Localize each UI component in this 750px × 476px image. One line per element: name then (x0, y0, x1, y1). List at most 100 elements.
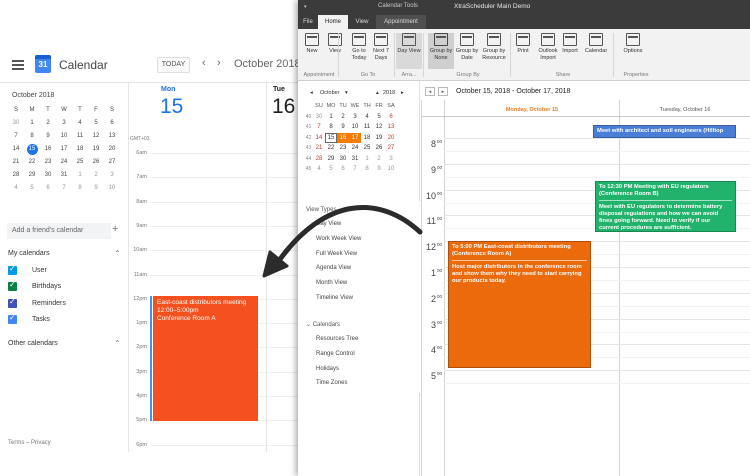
nav-item-time-zones[interactable]: Time Zones (316, 380, 347, 386)
navigator-day[interactable]: 9 (373, 164, 385, 175)
ribbon-button-next-7-days[interactable]: Next 7 Days (370, 33, 392, 69)
mini-day[interactable]: 17 (56, 143, 72, 156)
add-calendar-plus-icon[interactable]: + (112, 223, 118, 235)
ribbon-button-calendar[interactable]: Calendar (584, 33, 608, 69)
tab-file[interactable]: File (298, 15, 318, 29)
navigator-day[interactable]: 5 (325, 164, 337, 175)
calendar-item-birthdays[interactable]: Birthdays (8, 280, 61, 293)
navigator-day[interactable]: 2 (373, 154, 385, 165)
appointment-eu-regulators[interactable]: To 12:30 PM Meeting with EU regulators (… (595, 181, 736, 232)
nav-item-range-control[interactable]: Range Control (316, 351, 355, 357)
mini-day[interactable]: 7 (56, 182, 72, 195)
navigator-day[interactable]: 4 (313, 164, 325, 175)
next-range-button[interactable]: ▸ (438, 87, 448, 96)
mini-day[interactable]: 8 (24, 130, 40, 143)
navigator-day[interactable]: 15 (325, 132, 337, 143)
tab-view[interactable]: View (348, 15, 376, 29)
navigator-day[interactable]: 26 (373, 143, 385, 154)
navigator-day[interactable]: 6 (337, 164, 349, 175)
navigator-day[interactable]: 19 (373, 133, 385, 144)
mini-day[interactable]: 8 (72, 182, 88, 195)
calendar-item-reminders[interactable]: Reminders (8, 297, 66, 309)
mini-day[interactable]: 1 (24, 117, 40, 130)
navigator-day[interactable]: 7 (349, 164, 361, 175)
mini-day[interactable]: 30 (40, 169, 56, 182)
mini-day[interactable]: 13 (104, 130, 120, 143)
ribbon-button-new[interactable]: New (302, 33, 322, 69)
navigator-day[interactable]: 17 (349, 132, 361, 143)
next-chevron-icon[interactable]: › (217, 57, 221, 69)
mini-day[interactable]: 31 (56, 169, 72, 182)
calendar-item-user[interactable]: User (8, 264, 47, 276)
navigator-day[interactable]: 6 (385, 112, 397, 123)
mini-day[interactable]: 2 (88, 169, 104, 182)
mini-day[interactable]: 5 (24, 182, 40, 195)
day-header-monday[interactable]: Monday, October 15 (445, 104, 619, 116)
navigator-day[interactable]: 8 (361, 164, 373, 175)
mini-year-label[interactable]: 2018 (383, 90, 395, 96)
nav-item-work-week-view[interactable]: Work Week View (316, 236, 361, 242)
ribbon-button-import[interactable]: Import (560, 33, 580, 69)
navigator-day[interactable]: 27 (385, 143, 397, 154)
mini-day[interactable]: 16 (40, 143, 56, 156)
nav-item-holidays[interactable]: Holidays (316, 366, 339, 372)
mini-day[interactable]: 24 (56, 156, 72, 169)
calendars-heading[interactable]: ⌄ Calendars (306, 321, 340, 328)
next-month-arrow-icon[interactable]: ▸ (401, 90, 404, 96)
navigator-day[interactable]: 9 (337, 122, 349, 133)
mini-day[interactable]: 29 (24, 169, 40, 182)
chevron-up-icon[interactable]: ⌃ (114, 339, 121, 348)
mini-day[interactable]: 28 (8, 169, 24, 182)
mini-day[interactable]: 18 (72, 143, 88, 156)
mini-day[interactable]: 20 (104, 143, 120, 156)
navigator-day[interactable]: 16 (337, 132, 349, 143)
tab-home[interactable]: Home (318, 15, 348, 29)
tab-appointment[interactable]: Appointment (376, 15, 426, 29)
checkbox-icon[interactable] (8, 313, 17, 324)
navigator-day[interactable]: 3 (349, 112, 361, 123)
mini-day[interactable]: 10 (56, 130, 72, 143)
ribbon-button-outlook-import[interactable]: Outlook Import (536, 33, 560, 69)
mini-day[interactable]: 26 (88, 156, 104, 169)
navigator-day[interactable]: 29 (325, 154, 337, 165)
mini-day[interactable]: 22 (24, 156, 40, 169)
navigator-day[interactable]: 14 (313, 133, 325, 144)
terms-privacy-link[interactable]: Terms – Privacy (8, 440, 51, 446)
day-number-mon[interactable]: 15 (160, 95, 183, 119)
other-calendars-heading[interactable]: Other calendars (8, 340, 58, 347)
mini-day[interactable]: 14 (8, 143, 24, 156)
mini-day[interactable]: 4 (72, 117, 88, 130)
navigator-day[interactable]: 24 (349, 143, 361, 154)
mini-day[interactable]: 25 (72, 156, 88, 169)
today-button[interactable]: TODAY (157, 57, 190, 73)
ribbon-button-view[interactable]: View (324, 33, 346, 69)
navigator-day[interactable]: 4 (361, 112, 373, 123)
day-header-tuesday[interactable]: Tuesday, October 16 (620, 104, 750, 116)
mini-day[interactable]: 15 (24, 143, 40, 156)
mini-day[interactable]: 9 (40, 130, 56, 143)
mini-day[interactable]: 30 (8, 117, 24, 130)
chevron-up-icon[interactable]: ⌃ (114, 249, 121, 258)
calendar-item-tasks[interactable]: Tasks (8, 313, 50, 326)
month-dropdown-icon[interactable]: ▾ (345, 90, 348, 96)
navigator-day[interactable]: 31 (349, 154, 361, 165)
mini-month-label[interactable]: October (320, 90, 340, 96)
mini-day[interactable]: 3 (104, 169, 120, 182)
ribbon-button-group-by-none[interactable]: Group by None (428, 33, 454, 69)
mini-day[interactable]: 23 (40, 156, 56, 169)
nav-item-month-view[interactable]: Month View (316, 280, 347, 286)
navigator-day[interactable]: 8 (325, 122, 337, 133)
nav-item-full-week-view[interactable]: Full Week View (316, 251, 357, 257)
navigator-day[interactable]: 23 (337, 143, 349, 154)
day-number-tue[interactable]: 16 (272, 95, 295, 119)
navigator-day[interactable]: 10 (349, 122, 361, 133)
navigator-day[interactable]: 1 (361, 154, 373, 165)
mini-day[interactable]: 1 (72, 169, 88, 182)
prev-range-button[interactable]: ◂ (425, 87, 435, 96)
ribbon-button-go-to-today[interactable]: Go to Today (348, 33, 370, 69)
navigator-day[interactable]: 25 (361, 143, 373, 154)
mini-day[interactable]: 19 (88, 143, 104, 156)
mini-day[interactable]: 12 (88, 130, 104, 143)
mini-day[interactable]: 21 (8, 156, 24, 169)
nav-item-resources-tree[interactable]: Resources Tree (316, 336, 358, 342)
